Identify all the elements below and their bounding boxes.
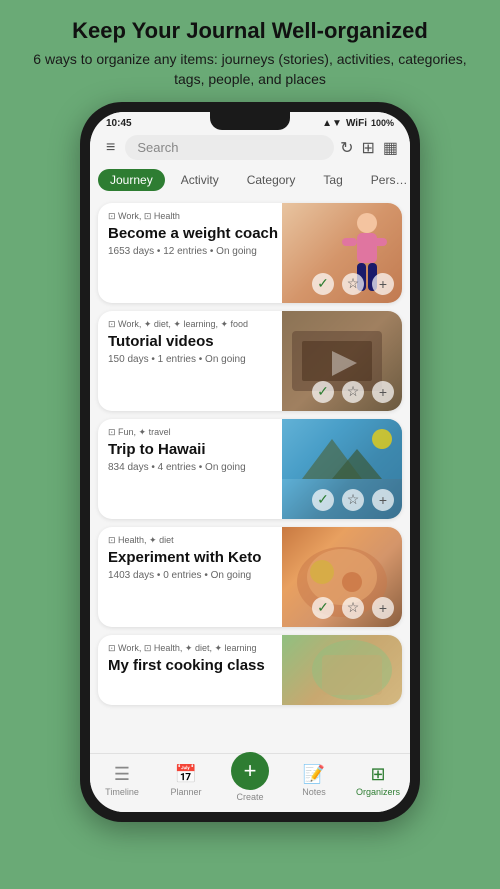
status-time: 10:45 bbox=[106, 118, 132, 129]
bottom-nav: ☰ Timeline 📅 Planner + Create 📝 Notes ⊞ … bbox=[90, 753, 410, 812]
card-tags-cooking: ⊡ Work, ⊡ Health, ✦ diet, ✦ learning bbox=[108, 643, 295, 654]
status-right: ▲▼ WiFi 100% bbox=[322, 118, 394, 129]
card-meta-tutorial: 150 days • 1 entries • On going bbox=[108, 354, 295, 365]
nav-planner[interactable]: 📅 Planner bbox=[161, 764, 211, 797]
card-meta-weight-coach: 1653 days • 12 entries • On going bbox=[108, 246, 295, 257]
tab-category[interactable]: Category bbox=[235, 169, 308, 191]
card-tags-tutorial: ⊡ Work, ✦ diet, ✦ learning, ✦ food bbox=[108, 319, 295, 330]
star-icon-keto[interactable]: ☆ bbox=[342, 597, 364, 619]
create-button[interactable]: + bbox=[231, 752, 269, 790]
page-header: Keep Your Journal Well-organized 6 ways … bbox=[0, 0, 500, 102]
card-actions-keto: ✓ ☆ + bbox=[312, 597, 394, 619]
add-icon-weight-coach[interactable]: + bbox=[372, 273, 394, 295]
search-box[interactable]: Search bbox=[125, 135, 334, 160]
signal-icon: ▲▼ bbox=[322, 118, 342, 129]
card-tags-hawaii: ⊡ Fun, ✦ travel bbox=[108, 427, 295, 438]
card-title-tutorial: Tutorial videos bbox=[108, 333, 295, 351]
card-actions-hawaii: ✓ ☆ + bbox=[312, 489, 394, 511]
card-tags-weight-coach: ⊡ Work, ⊡ Health bbox=[108, 211, 295, 222]
card-cooking[interactable]: ⊡ Work, ⊡ Health, ✦ diet, ✦ learning My … bbox=[98, 635, 402, 705]
card-content-cooking: ⊡ Work, ⊡ Health, ✦ diet, ✦ learning My … bbox=[98, 635, 305, 686]
tab-tag[interactable]: Tag bbox=[311, 169, 354, 191]
card-content-tutorial: ⊡ Work, ✦ diet, ✦ learning, ✦ food Tutor… bbox=[98, 311, 305, 373]
card-tags-keto: ⊡ Health, ✦ diet bbox=[108, 535, 295, 546]
card-content-weight-coach: ⊡ Work, ⊡ Health Become a weight coach 1… bbox=[98, 203, 305, 265]
star-icon-hawaii[interactable]: ☆ bbox=[342, 489, 364, 511]
check-icon-keto[interactable]: ✓ bbox=[312, 597, 334, 619]
add-icon-tutorial[interactable]: + bbox=[372, 381, 394, 403]
timeline-label: Timeline bbox=[105, 787, 139, 797]
check-icon-hawaii[interactable]: ✓ bbox=[312, 489, 334, 511]
top-icons: ↻ ⊞ ▦ bbox=[340, 138, 398, 158]
star-icon-tutorial[interactable]: ☆ bbox=[342, 381, 364, 403]
check-icon-tutorial[interactable]: ✓ bbox=[312, 381, 334, 403]
card-title-hawaii: Trip to Hawaii bbox=[108, 441, 295, 459]
card-title-keto: Experiment with Keto bbox=[108, 549, 295, 567]
tab-persons[interactable]: Pers… bbox=[359, 169, 410, 191]
card-actions-weight-coach: ✓ ☆ + bbox=[312, 273, 394, 295]
notes-label: Notes bbox=[302, 787, 326, 797]
phone-shell: 10:45 ▲▼ WiFi 100% ≡ Search ↻ ⊞ ▦ Journe… bbox=[80, 102, 420, 822]
filter-tabs: Journey Activity Category Tag Pers… bbox=[90, 167, 410, 197]
organizers-icon: ⊞ bbox=[370, 764, 385, 785]
planner-label: Planner bbox=[170, 787, 201, 797]
search-placeholder: Search bbox=[137, 140, 178, 155]
card-weight-coach[interactable]: ⊡ Work, ⊡ Health Become a weight coach 1… bbox=[98, 203, 402, 303]
tab-activity[interactable]: Activity bbox=[169, 169, 231, 191]
card-title-weight-coach: Become a weight coach bbox=[108, 225, 295, 243]
add-icon-keto[interactable]: + bbox=[372, 597, 394, 619]
nav-organizers[interactable]: ⊞ Organizers bbox=[353, 764, 403, 797]
phone-screen: 10:45 ▲▼ WiFi 100% ≡ Search ↻ ⊞ ▦ Journe… bbox=[90, 112, 410, 812]
battery-indicator: 100% bbox=[371, 118, 394, 128]
phone-notch bbox=[210, 112, 290, 130]
card-actions-tutorial: ✓ ☆ + bbox=[312, 381, 394, 403]
card-meta-hawaii: 834 days • 4 entries • On going bbox=[108, 462, 295, 473]
map-icon[interactable]: ⊞ bbox=[361, 138, 374, 158]
create-label: Create bbox=[236, 792, 263, 802]
nav-create[interactable]: + Create bbox=[225, 760, 275, 802]
wifi-icon: WiFi bbox=[346, 118, 367, 129]
planner-icon: 📅 bbox=[175, 764, 197, 785]
page-title: Keep Your Journal Well-organized bbox=[30, 18, 470, 44]
nav-notes[interactable]: 📝 Notes bbox=[289, 764, 339, 797]
calendar-icon[interactable]: ▦ bbox=[383, 138, 398, 158]
top-bar: ≡ Search ↻ ⊞ ▦ bbox=[90, 131, 410, 167]
card-hawaii[interactable]: ⊡ Fun, ✦ travel Trip to Hawaii 834 days … bbox=[98, 419, 402, 519]
page-subtitle: 6 ways to organize any items: journeys (… bbox=[30, 50, 470, 89]
card-tutorial[interactable]: ⊡ Work, ✦ diet, ✦ learning, ✦ food Tutor… bbox=[98, 311, 402, 411]
notes-icon: 📝 bbox=[303, 764, 325, 785]
organizers-label: Organizers bbox=[356, 787, 400, 797]
tab-journey[interactable]: Journey bbox=[98, 169, 165, 191]
check-icon-weight-coach[interactable]: ✓ bbox=[312, 273, 334, 295]
journey-list: ⊡ Work, ⊡ Health Become a weight coach 1… bbox=[90, 197, 410, 753]
card-title-cooking: My first cooking class bbox=[108, 657, 295, 675]
add-icon-hawaii[interactable]: + bbox=[372, 489, 394, 511]
card-keto[interactable]: ⊡ Health, ✦ diet Experiment with Keto 14… bbox=[98, 527, 402, 627]
card-meta-keto: 1403 days • 0 entries • On going bbox=[108, 570, 295, 581]
card-content-keto: ⊡ Health, ✦ diet Experiment with Keto 14… bbox=[98, 527, 305, 589]
menu-icon[interactable]: ≡ bbox=[102, 135, 119, 161]
refresh-icon[interactable]: ↻ bbox=[340, 138, 353, 158]
nav-timeline[interactable]: ☰ Timeline bbox=[97, 764, 147, 797]
timeline-icon: ☰ bbox=[114, 764, 130, 785]
star-icon-weight-coach[interactable]: ☆ bbox=[342, 273, 364, 295]
card-content-hawaii: ⊡ Fun, ✦ travel Trip to Hawaii 834 days … bbox=[98, 419, 305, 481]
